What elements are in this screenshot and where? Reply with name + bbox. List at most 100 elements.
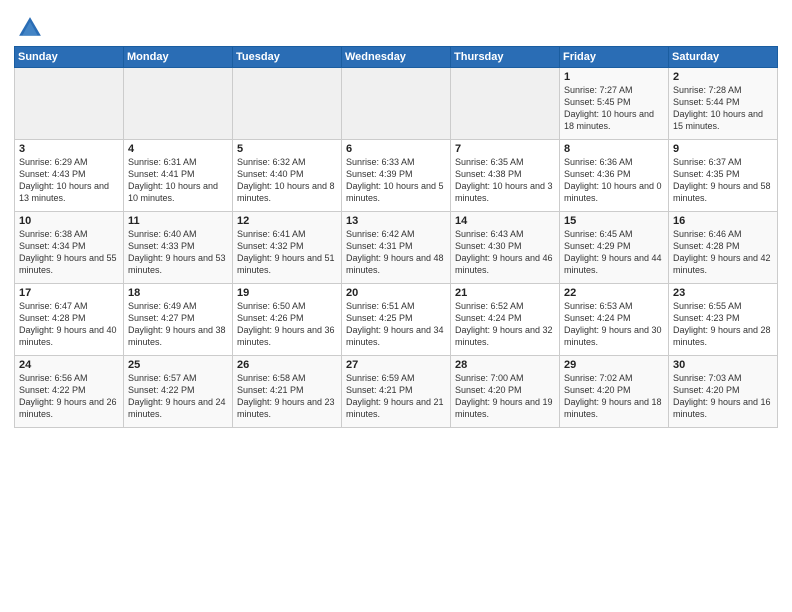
day-number: 30 [673, 359, 773, 371]
logo [14, 14, 44, 42]
day-info: Sunrise: 6:43 AM Sunset: 4:30 PM Dayligh… [455, 228, 555, 277]
day-info: Sunrise: 6:56 AM Sunset: 4:22 PM Dayligh… [19, 372, 119, 421]
day-cell: 18Sunrise: 6:49 AM Sunset: 4:27 PM Dayli… [124, 284, 233, 356]
day-cell: 19Sunrise: 6:50 AM Sunset: 4:26 PM Dayli… [233, 284, 342, 356]
day-cell [233, 68, 342, 140]
day-info: Sunrise: 6:47 AM Sunset: 4:28 PM Dayligh… [19, 300, 119, 349]
day-number: 13 [346, 215, 446, 227]
header-row: SundayMondayTuesdayWednesdayThursdayFrid… [15, 47, 778, 68]
day-cell: 14Sunrise: 6:43 AM Sunset: 4:30 PM Dayli… [451, 212, 560, 284]
day-cell [342, 68, 451, 140]
day-info: Sunrise: 6:58 AM Sunset: 4:21 PM Dayligh… [237, 372, 337, 421]
day-info: Sunrise: 6:52 AM Sunset: 4:24 PM Dayligh… [455, 300, 555, 349]
day-cell: 9Sunrise: 6:37 AM Sunset: 4:35 PM Daylig… [669, 140, 778, 212]
day-cell [451, 68, 560, 140]
day-info: Sunrise: 6:45 AM Sunset: 4:29 PM Dayligh… [564, 228, 664, 277]
day-number: 19 [237, 287, 337, 299]
day-number: 20 [346, 287, 446, 299]
day-cell: 6Sunrise: 6:33 AM Sunset: 4:39 PM Daylig… [342, 140, 451, 212]
day-number: 8 [564, 143, 664, 155]
day-cell: 27Sunrise: 6:59 AM Sunset: 4:21 PM Dayli… [342, 356, 451, 428]
col-header-sunday: Sunday [15, 47, 124, 68]
day-info: Sunrise: 6:37 AM Sunset: 4:35 PM Dayligh… [673, 156, 773, 205]
day-info: Sunrise: 6:29 AM Sunset: 4:43 PM Dayligh… [19, 156, 119, 205]
day-number: 17 [19, 287, 119, 299]
day-number: 27 [346, 359, 446, 371]
day-number: 23 [673, 287, 773, 299]
day-info: Sunrise: 7:03 AM Sunset: 4:20 PM Dayligh… [673, 372, 773, 421]
day-cell: 3Sunrise: 6:29 AM Sunset: 4:43 PM Daylig… [15, 140, 124, 212]
day-cell: 17Sunrise: 6:47 AM Sunset: 4:28 PM Dayli… [15, 284, 124, 356]
day-cell: 16Sunrise: 6:46 AM Sunset: 4:28 PM Dayli… [669, 212, 778, 284]
day-info: Sunrise: 7:27 AM Sunset: 5:45 PM Dayligh… [564, 84, 664, 133]
day-cell: 22Sunrise: 6:53 AM Sunset: 4:24 PM Dayli… [560, 284, 669, 356]
day-cell: 23Sunrise: 6:55 AM Sunset: 4:23 PM Dayli… [669, 284, 778, 356]
day-info: Sunrise: 6:42 AM Sunset: 4:31 PM Dayligh… [346, 228, 446, 277]
calendar-table: SundayMondayTuesdayWednesdayThursdayFrid… [14, 46, 778, 428]
page: SundayMondayTuesdayWednesdayThursdayFrid… [0, 0, 792, 612]
day-cell: 30Sunrise: 7:03 AM Sunset: 4:20 PM Dayli… [669, 356, 778, 428]
col-header-monday: Monday [124, 47, 233, 68]
day-number: 24 [19, 359, 119, 371]
day-number: 25 [128, 359, 228, 371]
day-number: 15 [564, 215, 664, 227]
day-number: 6 [346, 143, 446, 155]
day-cell: 2Sunrise: 7:28 AM Sunset: 5:44 PM Daylig… [669, 68, 778, 140]
day-number: 9 [673, 143, 773, 155]
day-number: 11 [128, 215, 228, 227]
day-info: Sunrise: 6:55 AM Sunset: 4:23 PM Dayligh… [673, 300, 773, 349]
day-number: 5 [237, 143, 337, 155]
day-info: Sunrise: 6:51 AM Sunset: 4:25 PM Dayligh… [346, 300, 446, 349]
day-cell: 25Sunrise: 6:57 AM Sunset: 4:22 PM Dayli… [124, 356, 233, 428]
col-header-wednesday: Wednesday [342, 47, 451, 68]
day-info: Sunrise: 6:35 AM Sunset: 4:38 PM Dayligh… [455, 156, 555, 205]
day-info: Sunrise: 6:49 AM Sunset: 4:27 PM Dayligh… [128, 300, 228, 349]
day-number: 3 [19, 143, 119, 155]
day-info: Sunrise: 6:50 AM Sunset: 4:26 PM Dayligh… [237, 300, 337, 349]
day-number: 4 [128, 143, 228, 155]
day-number: 7 [455, 143, 555, 155]
day-info: Sunrise: 6:46 AM Sunset: 4:28 PM Dayligh… [673, 228, 773, 277]
day-cell: 15Sunrise: 6:45 AM Sunset: 4:29 PM Dayli… [560, 212, 669, 284]
col-header-tuesday: Tuesday [233, 47, 342, 68]
day-info: Sunrise: 6:41 AM Sunset: 4:32 PM Dayligh… [237, 228, 337, 277]
week-row-5: 24Sunrise: 6:56 AM Sunset: 4:22 PM Dayli… [15, 356, 778, 428]
col-header-thursday: Thursday [451, 47, 560, 68]
week-row-2: 3Sunrise: 6:29 AM Sunset: 4:43 PM Daylig… [15, 140, 778, 212]
day-number: 1 [564, 71, 664, 83]
day-info: Sunrise: 6:31 AM Sunset: 4:41 PM Dayligh… [128, 156, 228, 205]
day-number: 29 [564, 359, 664, 371]
day-cell: 12Sunrise: 6:41 AM Sunset: 4:32 PM Dayli… [233, 212, 342, 284]
day-cell: 7Sunrise: 6:35 AM Sunset: 4:38 PM Daylig… [451, 140, 560, 212]
day-number: 16 [673, 215, 773, 227]
day-cell: 11Sunrise: 6:40 AM Sunset: 4:33 PM Dayli… [124, 212, 233, 284]
day-cell: 20Sunrise: 6:51 AM Sunset: 4:25 PM Dayli… [342, 284, 451, 356]
col-header-friday: Friday [560, 47, 669, 68]
day-cell: 13Sunrise: 6:42 AM Sunset: 4:31 PM Dayli… [342, 212, 451, 284]
day-info: Sunrise: 6:40 AM Sunset: 4:33 PM Dayligh… [128, 228, 228, 277]
header [14, 10, 778, 42]
day-cell: 8Sunrise: 6:36 AM Sunset: 4:36 PM Daylig… [560, 140, 669, 212]
day-info: Sunrise: 7:02 AM Sunset: 4:20 PM Dayligh… [564, 372, 664, 421]
week-row-1: 1Sunrise: 7:27 AM Sunset: 5:45 PM Daylig… [15, 68, 778, 140]
week-row-3: 10Sunrise: 6:38 AM Sunset: 4:34 PM Dayli… [15, 212, 778, 284]
day-info: Sunrise: 6:59 AM Sunset: 4:21 PM Dayligh… [346, 372, 446, 421]
day-number: 26 [237, 359, 337, 371]
day-info: Sunrise: 7:28 AM Sunset: 5:44 PM Dayligh… [673, 84, 773, 133]
week-row-4: 17Sunrise: 6:47 AM Sunset: 4:28 PM Dayli… [15, 284, 778, 356]
day-cell [124, 68, 233, 140]
day-info: Sunrise: 6:57 AM Sunset: 4:22 PM Dayligh… [128, 372, 228, 421]
day-cell: 29Sunrise: 7:02 AM Sunset: 4:20 PM Dayli… [560, 356, 669, 428]
day-number: 2 [673, 71, 773, 83]
day-cell: 5Sunrise: 6:32 AM Sunset: 4:40 PM Daylig… [233, 140, 342, 212]
day-info: Sunrise: 6:32 AM Sunset: 4:40 PM Dayligh… [237, 156, 337, 205]
day-cell: 24Sunrise: 6:56 AM Sunset: 4:22 PM Dayli… [15, 356, 124, 428]
day-number: 18 [128, 287, 228, 299]
day-cell: 4Sunrise: 6:31 AM Sunset: 4:41 PM Daylig… [124, 140, 233, 212]
day-number: 28 [455, 359, 555, 371]
col-header-saturday: Saturday [669, 47, 778, 68]
day-info: Sunrise: 6:33 AM Sunset: 4:39 PM Dayligh… [346, 156, 446, 205]
day-cell: 1Sunrise: 7:27 AM Sunset: 5:45 PM Daylig… [560, 68, 669, 140]
day-info: Sunrise: 6:36 AM Sunset: 4:36 PM Dayligh… [564, 156, 664, 205]
logo-icon [16, 14, 44, 42]
